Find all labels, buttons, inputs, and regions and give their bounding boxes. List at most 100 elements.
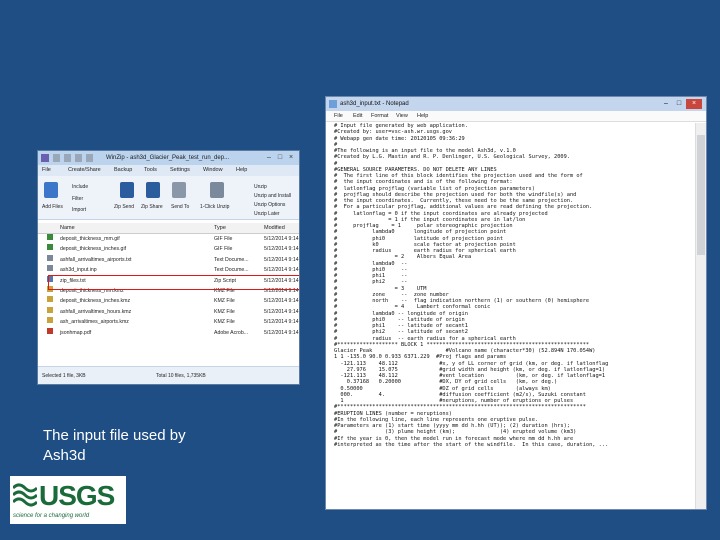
table-row[interactable]: ash3d_input.inp Text Docume... 5/12/2014 9… bbox=[38, 265, 299, 275]
winzip-menu-bar: File Create/Share Backup Tools Settings … bbox=[38, 165, 299, 176]
file-name: ashfall_arrivaltimes_airports.txt bbox=[60, 256, 132, 263]
menu-tools[interactable]: Tools bbox=[144, 165, 157, 176]
table-row[interactable]: deposit_thickness_inches.gif GIF File 5/12… bbox=[38, 244, 299, 254]
add-files-icon[interactable] bbox=[44, 182, 58, 198]
zip-share-icon[interactable] bbox=[146, 182, 160, 198]
file-modified: 5/12/2014 9:14 PM bbox=[264, 298, 299, 305]
minimize-icon[interactable]: – bbox=[660, 99, 672, 109]
file-name: jsonhmap.pdf bbox=[60, 329, 92, 336]
include-button[interactable]: Include bbox=[72, 184, 88, 190]
menu-window[interactable]: Window bbox=[203, 165, 223, 176]
menu-help[interactable]: Help bbox=[236, 165, 247, 176]
file-modified: 5/12/2014 9:14 PM bbox=[264, 329, 299, 336]
add-files-button[interactable]: Add Files bbox=[42, 204, 63, 210]
filter-button[interactable]: Filter bbox=[72, 196, 83, 202]
notepad-menu-bar: File Edit Format View Help bbox=[326, 111, 706, 122]
winzip-title-bar: WinZip - ash3d_Glacier_Peak_test_run_dep… bbox=[38, 151, 299, 165]
table-row[interactable]: deposit_thickness_mm.gif GIF File 5/12/201… bbox=[38, 234, 299, 244]
file-modified: 5/12/2014 9:14 PM bbox=[264, 256, 299, 263]
menu-view[interactable]: View bbox=[396, 111, 408, 121]
unzip-later-button[interactable]: Unzip Later bbox=[254, 211, 280, 217]
menu-backup[interactable]: Backup bbox=[114, 165, 132, 176]
scrollbar-thumb[interactable] bbox=[697, 135, 705, 255]
menu-edit[interactable]: Edit bbox=[353, 111, 362, 121]
file-icon bbox=[47, 254, 53, 261]
caption-line-2: Ash3d bbox=[43, 447, 86, 464]
file-type: KMZ File bbox=[214, 308, 235, 315]
send-to-button[interactable]: Send To bbox=[171, 204, 189, 210]
file-name: deposit_thickness_inches.gif bbox=[60, 246, 127, 253]
file-name: deposit_thickness_inches.kmz bbox=[60, 298, 131, 305]
menu-settings[interactable]: Settings bbox=[170, 165, 190, 176]
minimize-icon[interactable]: – bbox=[264, 153, 274, 162]
menu-format[interactable]: Format bbox=[371, 111, 388, 121]
file-type: Text Docume... bbox=[214, 256, 249, 263]
quick-access-icon[interactable] bbox=[53, 154, 60, 162]
file-icon bbox=[47, 306, 53, 313]
winzip-title: WinZip - ash3d_Glacier_Peak_test_run_dep… bbox=[106, 155, 230, 161]
menu-file[interactable]: File bbox=[42, 165, 51, 176]
file-type: GIF File bbox=[214, 236, 233, 242]
table-row[interactable]: ashfall_arrivaltimes_airports.txt Text Do… bbox=[38, 254, 299, 265]
status-total: Total 10 files, 1,735KB bbox=[156, 373, 206, 379]
one-click-unzip-icon[interactable] bbox=[210, 182, 224, 198]
notepad-window: ash3d_input.txt - Notepad – □ × File Edi… bbox=[325, 96, 707, 510]
maximize-icon[interactable]: □ bbox=[673, 99, 685, 109]
table-row[interactable]: jsonhmap.pdf Adobe Acrob... 5/12/2014 9:14… bbox=[38, 327, 299, 338]
text-line: #interpreted as the time after the start… bbox=[334, 441, 609, 448]
file-icon bbox=[47, 234, 53, 240]
column-type[interactable]: Type bbox=[214, 223, 226, 233]
usgs-tagline: science for a changing world bbox=[13, 513, 90, 519]
status-selected: Selected 1 file, 3KB bbox=[42, 373, 86, 379]
quick-access-icon[interactable] bbox=[86, 154, 93, 162]
quick-access-icon[interactable] bbox=[75, 154, 82, 162]
vertical-scrollbar[interactable] bbox=[695, 123, 706, 509]
notepad-title-bar: ash3d_input.txt - Notepad – □ × bbox=[326, 97, 706, 111]
table-row[interactable]: deposit_thickness_inches.kmz KMZ File 5/12… bbox=[38, 296, 299, 306]
file-icon bbox=[47, 327, 53, 334]
import-button[interactable]: Import bbox=[72, 207, 86, 213]
column-modified[interactable]: Modified bbox=[264, 223, 285, 233]
file-modified: 5/12/2014 9:14 PM bbox=[264, 246, 299, 253]
file-type: KMZ File bbox=[214, 319, 235, 326]
file-modified: 5/12/2014 9:14 PM bbox=[264, 308, 299, 315]
usgs-logo: USGS science for a changing world bbox=[10, 476, 126, 524]
zip-send-icon[interactable] bbox=[120, 182, 134, 198]
menu-help[interactable]: Help bbox=[417, 111, 428, 121]
file-icon bbox=[47, 296, 53, 303]
maximize-icon[interactable]: □ bbox=[275, 153, 285, 162]
column-name[interactable]: Name bbox=[60, 223, 75, 233]
quick-access-icon[interactable] bbox=[64, 154, 71, 162]
unzip-install-button[interactable]: Unzip and Install bbox=[254, 193, 291, 199]
slide-caption: The input file used by Ash3d bbox=[43, 426, 253, 466]
table-row[interactable]: ash_arrivaltimes_airports.kmz KMZ File 5/1… bbox=[38, 317, 299, 327]
unzip-options-button[interactable]: Unzip Options bbox=[254, 202, 285, 208]
notepad-app-icon bbox=[329, 100, 337, 108]
one-click-unzip-button[interactable]: 1-Click Unzip bbox=[200, 204, 229, 210]
close-icon[interactable]: × bbox=[286, 153, 296, 162]
file-icon bbox=[47, 265, 53, 272]
file-icon bbox=[47, 317, 53, 324]
winzip-ribbon: Add Files Include Filter Import Zip Send… bbox=[38, 176, 299, 220]
winzip-app-icon bbox=[41, 154, 49, 162]
file-name: deposit_thickness_mm.gif bbox=[60, 236, 120, 242]
winzip-status-bar: Selected 1 file, 3KB Total 10 files, 1,7… bbox=[38, 366, 299, 384]
file-modified: 5/12/2014 9:14 PM bbox=[264, 236, 299, 242]
send-to-icon[interactable] bbox=[172, 182, 186, 198]
winzip-window: WinZip - ash3d_Glacier_Peak_test_run_dep… bbox=[37, 150, 300, 385]
notepad-title: ash3d_input.txt - Notepad bbox=[340, 101, 409, 107]
menu-file[interactable]: File bbox=[334, 111, 343, 121]
table-row[interactable]: ashfall_arrivaltimes_hours.kmz KMZ File 5/… bbox=[38, 306, 299, 317]
notepad-text-area[interactable]: # Input file generated by web applicatio… bbox=[326, 123, 700, 509]
zip-share-button[interactable]: Zip Share bbox=[141, 204, 163, 210]
file-type: GIF File bbox=[214, 246, 233, 253]
file-name: ash_arrivaltimes_airports.kmz bbox=[60, 319, 129, 326]
file-modified: 5/12/2014 9:14 PM bbox=[264, 319, 299, 326]
unzip-button[interactable]: Unzip bbox=[254, 184, 267, 190]
close-icon[interactable]: × bbox=[686, 99, 702, 109]
file-type: Adobe Acrob... bbox=[214, 329, 249, 336]
usgs-wave-icon bbox=[13, 483, 37, 507]
menu-create-share[interactable]: Create/Share bbox=[68, 165, 101, 176]
zip-send-button[interactable]: Zip Send bbox=[114, 204, 134, 210]
file-list-header: Name Type Modified bbox=[38, 223, 299, 234]
